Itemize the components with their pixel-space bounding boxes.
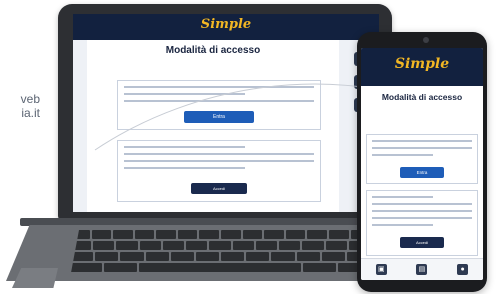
- laptop-page-body: Modalità di accesso Entra Accedi: [87, 40, 339, 212]
- text-line: [372, 224, 433, 226]
- laptop-access-card: Accedi: [117, 140, 321, 202]
- phone-bottom-nav: ▣ ▤ ●: [361, 258, 483, 280]
- text-line: [124, 100, 314, 102]
- phone-access-card: Accedi: [366, 190, 478, 256]
- side-caption-line-2: ia.it: [21, 106, 40, 120]
- phone-app-logo[interactable]: Simple: [395, 56, 449, 72]
- laptop-login-button[interactable]: Entra: [184, 111, 254, 123]
- access-button-label: Accedi: [212, 186, 225, 191]
- phone-access-button[interactable]: Accedi: [400, 237, 444, 248]
- phone-screen: Simple Modalità di accesso Entra Accedi …: [361, 48, 483, 280]
- phone-login-button[interactable]: Entra: [400, 167, 444, 178]
- laptop-page-title: Modalità di accesso: [165, 45, 261, 56]
- laptop-app-header: Simple: [73, 14, 379, 40]
- home-icon: ▣: [375, 264, 387, 275]
- phone-app-header: Simple: [361, 48, 483, 86]
- text-line: [372, 154, 433, 156]
- access-button-label: Accedi: [415, 240, 428, 245]
- text-line: [124, 153, 314, 155]
- login-button-label: Entra: [213, 114, 225, 120]
- text-line: [372, 217, 472, 219]
- text-line: [124, 93, 246, 95]
- laptop-app-logo[interactable]: Simple: [201, 17, 251, 32]
- camera-icon: [423, 37, 429, 43]
- profile-icon: ●: [457, 264, 469, 275]
- text-line: [372, 196, 433, 198]
- login-button-label: Entra: [416, 170, 428, 175]
- text-line: [124, 146, 246, 148]
- side-caption: veb ia.it: [0, 92, 40, 120]
- phone-page-title: Modalità di accesso: [381, 92, 463, 102]
- laptop-login-card: Entra: [117, 80, 321, 130]
- nav-item-home[interactable]: ▣: [375, 264, 387, 275]
- side-caption-line-1: veb: [20, 92, 40, 106]
- laptop-screen: Simple Modalità di accesso Entra Accedi …: [73, 14, 379, 212]
- text-line: [124, 86, 314, 88]
- nav-item-id[interactable]: ▤: [416, 264, 428, 275]
- laptop-keyboard: [70, 230, 370, 278]
- laptop-hinge: [20, 218, 398, 226]
- text-line: [372, 210, 472, 212]
- text-line: [372, 140, 472, 142]
- text-line: [372, 147, 472, 149]
- nav-item-profile[interactable]: ●: [457, 264, 469, 275]
- id-icon: ▤: [416, 264, 428, 275]
- text-line: [124, 167, 246, 169]
- phone-login-card: Entra: [366, 134, 478, 184]
- text-line: [372, 203, 472, 205]
- laptop-access-button[interactable]: Accedi: [191, 183, 247, 194]
- text-line: [124, 160, 314, 162]
